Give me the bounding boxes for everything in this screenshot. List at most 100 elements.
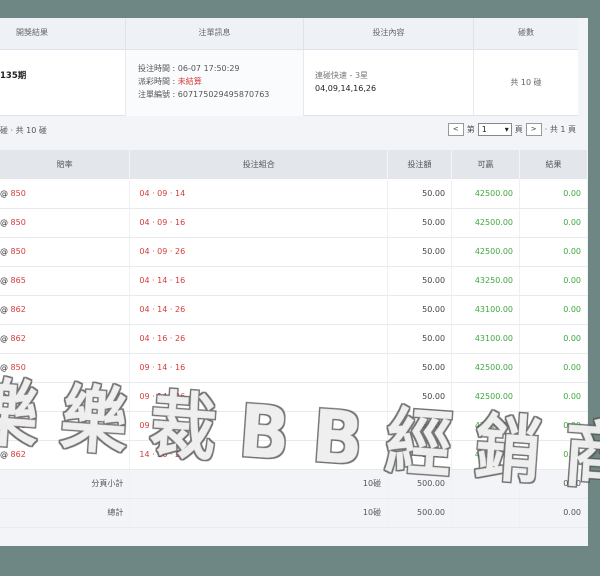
pagination-controls: < 第 1 頁 > · 共 1 頁 (447, 123, 576, 136)
next-page-button[interactable]: > (525, 123, 542, 136)
combination-cell: 09 · 14 · 26 (129, 382, 389, 412)
bet-numbers: 04,09,14,16,26 (315, 84, 377, 93)
win-cell: 42500.00 (451, 411, 520, 441)
win-cell: 43250.00 (451, 266, 520, 296)
table-row: @ 862 04 · 16 · 26 50.00 43100.00 0.00 (0, 324, 588, 354)
odds-value: 850 (10, 392, 26, 401)
total-amount: 500.00 (387, 498, 453, 528)
total-pages: · 共 1 頁 (544, 125, 576, 134)
period-cell: 135期 (0, 50, 126, 116)
win-cell: 43100.00 (451, 324, 520, 354)
table-row: @ 850 04 · 09 · 14 50.00 42500.00 0.00 (0, 179, 588, 209)
summary-row: 135期 投注時間 : 06-07 17:50:29 派彩時間 : 未結算 注單… (0, 50, 578, 116)
odds-prefix: @ (0, 334, 11, 343)
odds-value: 862 (10, 334, 26, 343)
odds-prefix: @ (0, 421, 11, 430)
odds-value: 850 (10, 421, 26, 430)
table-row: @ 850 04 · 09 · 16 50.00 42500.00 0.00 (0, 208, 588, 238)
table-row: @ 850 09 · 16 · 26 50.00 42500.00 0.00 (0, 411, 588, 441)
odds-cell: @ 850 (0, 353, 131, 383)
odds-value: 850 (10, 188, 26, 198)
odds-cell: @ 850 (0, 208, 131, 238)
pagination-summary: 碰 · 共 10 碰 (0, 126, 47, 135)
table-row: @ 850 04 · 09 · 26 50.00 42500.00 0.00 (0, 237, 588, 267)
th-amount: 投注額 (387, 150, 453, 179)
page-suffix: 頁 (514, 125, 523, 134)
odds-cell: @ 850 (0, 179, 131, 209)
table-row: @ 862 04 · 14 · 26 50.00 43100.00 0.00 (0, 295, 588, 325)
total-empty (451, 498, 520, 528)
bet-type: 連碰快速 - 3星 (315, 71, 369, 80)
odds-prefix: @ (0, 188, 11, 198)
amount-cell: 50.00 (387, 440, 453, 470)
result-cell: 0.00 (519, 179, 588, 209)
result-cell: 0.00 (519, 295, 588, 325)
odds-cell: @ 850 (0, 382, 131, 412)
combination-cell: 04 · 14 · 26 (129, 295, 389, 325)
header-bet-content: 投注內容 (304, 18, 474, 50)
win-cell: 42500.00 (451, 179, 520, 209)
amount-cell: 50.00 (387, 382, 453, 412)
table-header-row: 賠率 投注組合 投注額 可贏 結果 (0, 150, 588, 179)
page-select[interactable]: 1 (477, 123, 512, 136)
header-draw-result: 開獎結果 (0, 18, 126, 50)
result-cell: 0.00 (519, 382, 588, 412)
pagination-bar: 碰 · 共 10 碰 < 第 1 頁 > · 共 1 頁 (0, 122, 588, 142)
table-row: @ 850 09 · 14 · 26 50.00 42500.00 0.00 (0, 382, 588, 412)
total-count: 10碰 (129, 498, 389, 528)
odds-value: 862 (10, 305, 26, 314)
order-number: 注單編號 : 607175029495870763 (138, 90, 270, 99)
amount-cell: 50.00 (387, 411, 453, 441)
total-row: 總計 10碰 500.00 0.00 (0, 498, 588, 528)
combination-cell: 04 · 09 · 26 (129, 237, 389, 267)
bet-time: 投注時間 : 06-07 17:50:29 (138, 64, 240, 73)
odds-cell: @ 865 (0, 266, 131, 296)
win-cell: 42500.00 (451, 382, 520, 412)
header-order-info: 注單訊息 (126, 18, 304, 50)
summary-header: 開獎結果 注單訊息 投注內容 碰數 (0, 18, 578, 50)
amount-cell: 50.00 (387, 295, 453, 325)
subtotal-row: 分頁小計 10碰 500.00 0.00 (0, 469, 588, 499)
page-prefix: 第 (466, 125, 475, 134)
odds-prefix: @ (0, 218, 11, 227)
combination-cell: 04 · 09 · 14 (129, 179, 389, 209)
odds-value: 850 (10, 247, 26, 256)
total-result: 0.00 (519, 498, 588, 528)
result-cell: 0.00 (519, 237, 588, 267)
prev-page-button[interactable]: < (447, 123, 464, 136)
bet-detail-panel: 開獎結果 注單訊息 投注內容 碰數 135期 投注時間 : 06-07 17:5… (0, 18, 588, 546)
subtotal-count: 10碰 (129, 469, 389, 499)
odds-cell: @ 850 (0, 237, 131, 267)
combination-cell: 04 · 14 · 16 (129, 266, 389, 296)
odds-value: 862 (10, 450, 26, 459)
odds-cell: @ 862 (0, 295, 131, 325)
th-win: 可贏 (451, 150, 520, 179)
combination-cell: 09 · 16 · 26 (129, 411, 389, 441)
result-cell: 0.00 (519, 266, 588, 296)
th-odds: 賠率 (0, 150, 131, 179)
total-label: 總計 (0, 498, 131, 528)
result-cell: 0.00 (519, 411, 588, 441)
table-row: @ 862 14 · 16 · 26 50.00 43100.00 0.00 (0, 440, 588, 470)
count-cell: 共 10 碰 (510, 78, 542, 87)
odds-prefix: @ (0, 247, 11, 256)
win-cell: 43100.00 (451, 295, 520, 325)
odds-prefix: @ (0, 450, 11, 459)
odds-cell: @ 850 (0, 411, 131, 441)
subtotal-label: 分頁小計 (0, 469, 131, 499)
amount-cell: 50.00 (387, 353, 453, 383)
subtotal-amount: 500.00 (387, 469, 453, 499)
odds-prefix: @ (0, 392, 11, 401)
period-label: 135期 (0, 71, 27, 81)
order-info-cell: 投注時間 : 06-07 17:50:29 派彩時間 : 未結算 注單編號 : … (126, 50, 304, 116)
table-row: @ 850 09 · 14 · 16 50.00 42500.00 0.00 (0, 353, 588, 383)
header-count: 碰數 (518, 28, 534, 37)
result-cell: 0.00 (519, 324, 588, 354)
subtotal-empty (451, 469, 520, 499)
win-cell: 42500.00 (451, 353, 520, 383)
odds-prefix: @ (0, 363, 11, 372)
win-cell: 43100.00 (451, 440, 520, 470)
odds-cell: @ 862 (0, 440, 131, 470)
combination-cell: 09 · 14 · 16 (129, 353, 389, 383)
odds-cell: @ 862 (0, 324, 131, 354)
